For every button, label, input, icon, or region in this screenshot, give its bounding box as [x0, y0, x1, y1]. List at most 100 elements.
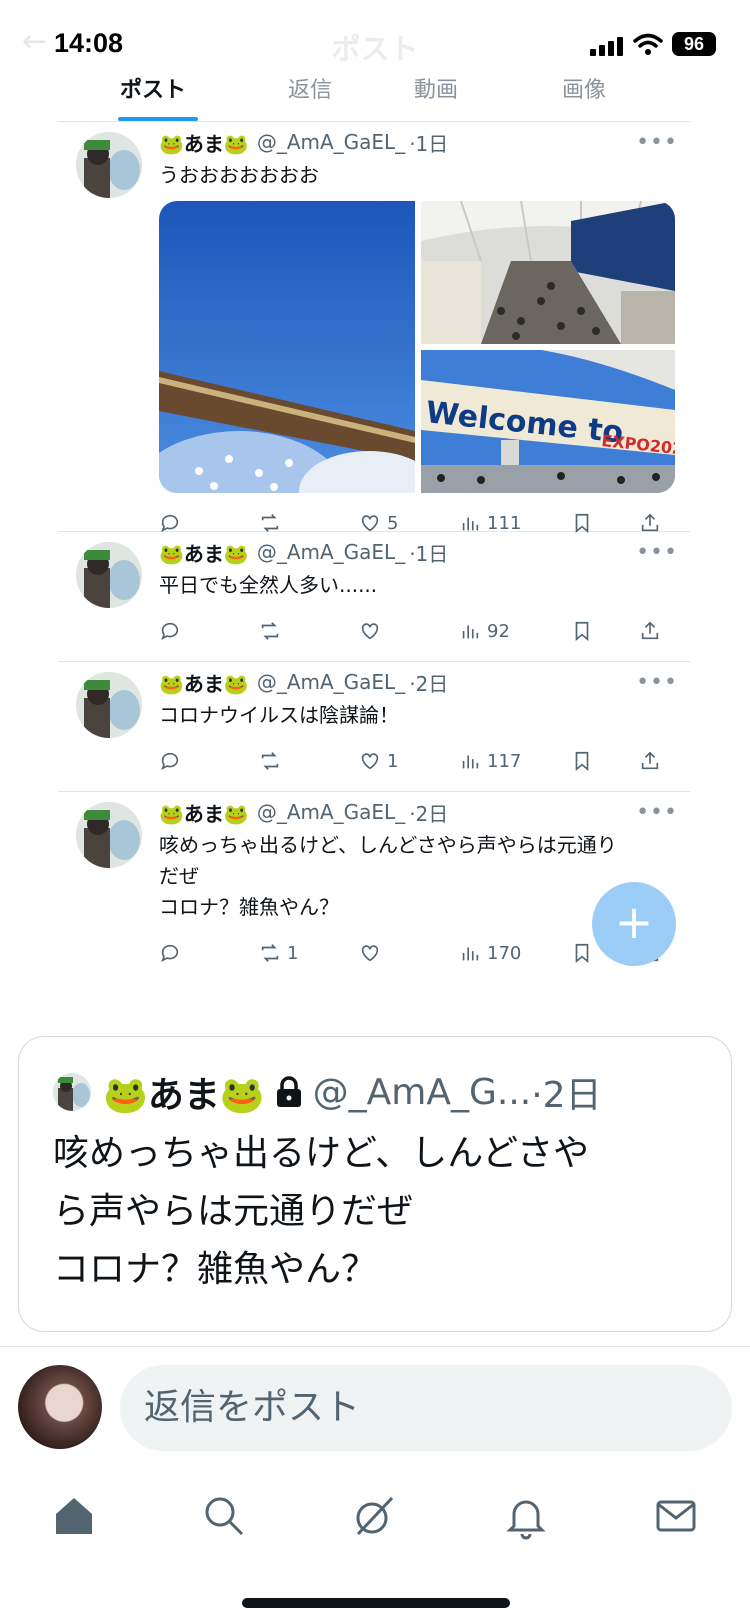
media-grid[interactable]: Welcome to EXPO2025: [159, 201, 675, 493]
retweet-icon: [261, 514, 279, 532]
heart-icon: [361, 945, 379, 962]
compose-button[interactable]: +: [592, 882, 676, 966]
reply-icon: [161, 622, 179, 641]
avatar[interactable]: [76, 802, 142, 868]
active-tab-indicator: [118, 117, 198, 121]
more-options-icon[interactable]: •••: [636, 540, 678, 565]
reply-icon: [161, 752, 179, 771]
lock-icon: [276, 1076, 301, 1107]
avatar[interactable]: [76, 672, 142, 738]
views-icon: [462, 755, 479, 769]
tweet-time: ·2日: [409, 671, 449, 696]
avatar[interactable]: [76, 542, 142, 608]
bookmark-button[interactable]: [571, 750, 639, 772]
reply-icon: [161, 944, 179, 963]
views-button[interactable]: 117: [459, 750, 571, 772]
grok-icon: [356, 1496, 394, 1536]
status-bar: ← 14:08 ポスト 96: [0, 0, 750, 90]
tweet-actions: 1 117: [159, 731, 676, 791]
nav-notifications[interactable]: [502, 1492, 550, 1540]
share-button[interactable]: [639, 512, 661, 534]
tweet-text: 平日でも全然人多い......: [159, 573, 378, 597]
my-avatar[interactable]: [18, 1365, 102, 1449]
reply-button[interactable]: [159, 512, 259, 534]
views-button[interactable]: 170: [459, 942, 571, 964]
reply-input[interactable]: 返信をポスト: [120, 1365, 732, 1451]
tweet-time: ·1日: [409, 541, 449, 566]
mail-icon: [656, 1500, 696, 1532]
heart-icon: [361, 623, 379, 640]
reply-bar: 返信をポスト: [0, 1346, 750, 1454]
more-options-icon[interactable]: •••: [636, 800, 678, 825]
reply-button[interactable]: [159, 620, 259, 642]
quoted-post-card[interactable]: 🐸あま🐸 @_AmA_G... ·2日 咳めっちゃ出るけど、しんどさや ら声やら…: [18, 1036, 732, 1332]
tweet[interactable]: ••• 🐸あま🐸 @_AmA_GaEL_ ·2日 咳めっちゃ出るけど、しんどさや…: [58, 792, 690, 986]
bell-icon: [506, 1500, 546, 1540]
views-icon: [462, 517, 479, 531]
retweet-icon: [261, 622, 279, 640]
views-button[interactable]: 111: [459, 512, 571, 534]
retweet-button[interactable]: 1: [259, 942, 359, 964]
heart-icon: [361, 753, 379, 770]
share-icon: [641, 513, 659, 532]
avatar: [53, 1073, 91, 1111]
retweet-icon: [261, 752, 279, 770]
bookmark-button[interactable]: [571, 620, 639, 642]
user-handle[interactable]: @_AmA_GaEL_: [257, 540, 405, 564]
like-button[interactable]: 5: [359, 512, 459, 534]
retweet-button[interactable]: [259, 512, 359, 534]
plus-icon: +: [614, 895, 654, 949]
tweet[interactable]: ••• 🐸あま🐸 @_AmA_GaEL_ ·1日 うおおおおおおお Welcom…: [58, 122, 690, 534]
battery-indicator: 96: [672, 32, 716, 56]
share-button[interactable]: [639, 620, 661, 642]
timeline-feed[interactable]: ••• 🐸あま🐸 @_AmA_GaEL_ ·1日 うおおおおおおお Welcom…: [58, 122, 690, 986]
nav-search[interactable]: [200, 1492, 248, 1540]
more-options-icon[interactable]: •••: [636, 130, 678, 155]
like-button[interactable]: [359, 942, 459, 964]
bottom-nav: [0, 1470, 750, 1560]
tweet-text: うおおおおおおお: [159, 163, 319, 187]
share-icon: [641, 751, 659, 770]
blue-sky-stadium-photo[interactable]: [159, 201, 415, 493]
nav-messages[interactable]: [652, 1492, 700, 1540]
tweet[interactable]: ••• 🐸あま🐸 @_AmA_GaEL_ ·1日 平日でも全然人多い......: [58, 532, 690, 662]
cellular-signal-icon: [590, 36, 626, 56]
retweet-button[interactable]: [259, 750, 359, 772]
wifi-icon: [633, 33, 663, 55]
display-name[interactable]: 🐸あま🐸: [159, 668, 249, 697]
tweet-actions: 92: [159, 601, 676, 661]
tweet-time: ·2日: [409, 801, 449, 826]
nav-grok[interactable]: [350, 1492, 398, 1540]
user-handle[interactable]: @_AmA_GaEL_: [257, 670, 405, 694]
display-name[interactable]: 🐸あま🐸: [159, 128, 249, 157]
views-icon: [462, 625, 479, 639]
home-indicator: [242, 1598, 510, 1608]
display-name[interactable]: 🐸あま🐸: [159, 538, 249, 567]
bookmark-button[interactable]: [571, 512, 639, 534]
views-button[interactable]: 92: [459, 620, 571, 642]
more-options-icon[interactable]: •••: [636, 670, 678, 695]
display-name[interactable]: 🐸あま🐸: [159, 798, 249, 827]
bookmark-icon: [575, 513, 589, 534]
share-icon: [641, 621, 659, 640]
share-button[interactable]: [639, 750, 661, 772]
reply-icon: [161, 514, 179, 533]
reply-button[interactable]: [159, 942, 259, 964]
tweet[interactable]: ••• 🐸あま🐸 @_AmA_GaEL_ ·2日 コロナウイルスは陰謀論！ 1 …: [58, 662, 690, 792]
retweet-button[interactable]: [259, 620, 359, 642]
expo-crowd-stairs-photo[interactable]: [421, 201, 675, 344]
like-button[interactable]: 1: [359, 750, 459, 772]
avatar[interactable]: [76, 132, 142, 198]
retweet-icon: [261, 944, 279, 962]
welcome-to-expo-sign-photo[interactable]: Welcome to EXPO2025: [421, 350, 675, 493]
quoted-post-text: 咳めっちゃ出るけど、しんどさや ら声やらは元通りだぜ コロナ？雑魚やん？: [53, 1133, 590, 1290]
post-time: ·2日: [531, 1075, 602, 1116]
nav-home[interactable]: [50, 1492, 98, 1540]
tweet-time: ·1日: [409, 131, 449, 156]
home-icon: [56, 1498, 92, 1534]
views-icon: [462, 947, 479, 961]
user-handle[interactable]: @_AmA_GaEL_: [257, 130, 405, 154]
reply-button[interactable]: [159, 750, 259, 772]
like-button[interactable]: [359, 620, 459, 642]
user-handle[interactable]: @_AmA_GaEL_: [257, 800, 405, 824]
